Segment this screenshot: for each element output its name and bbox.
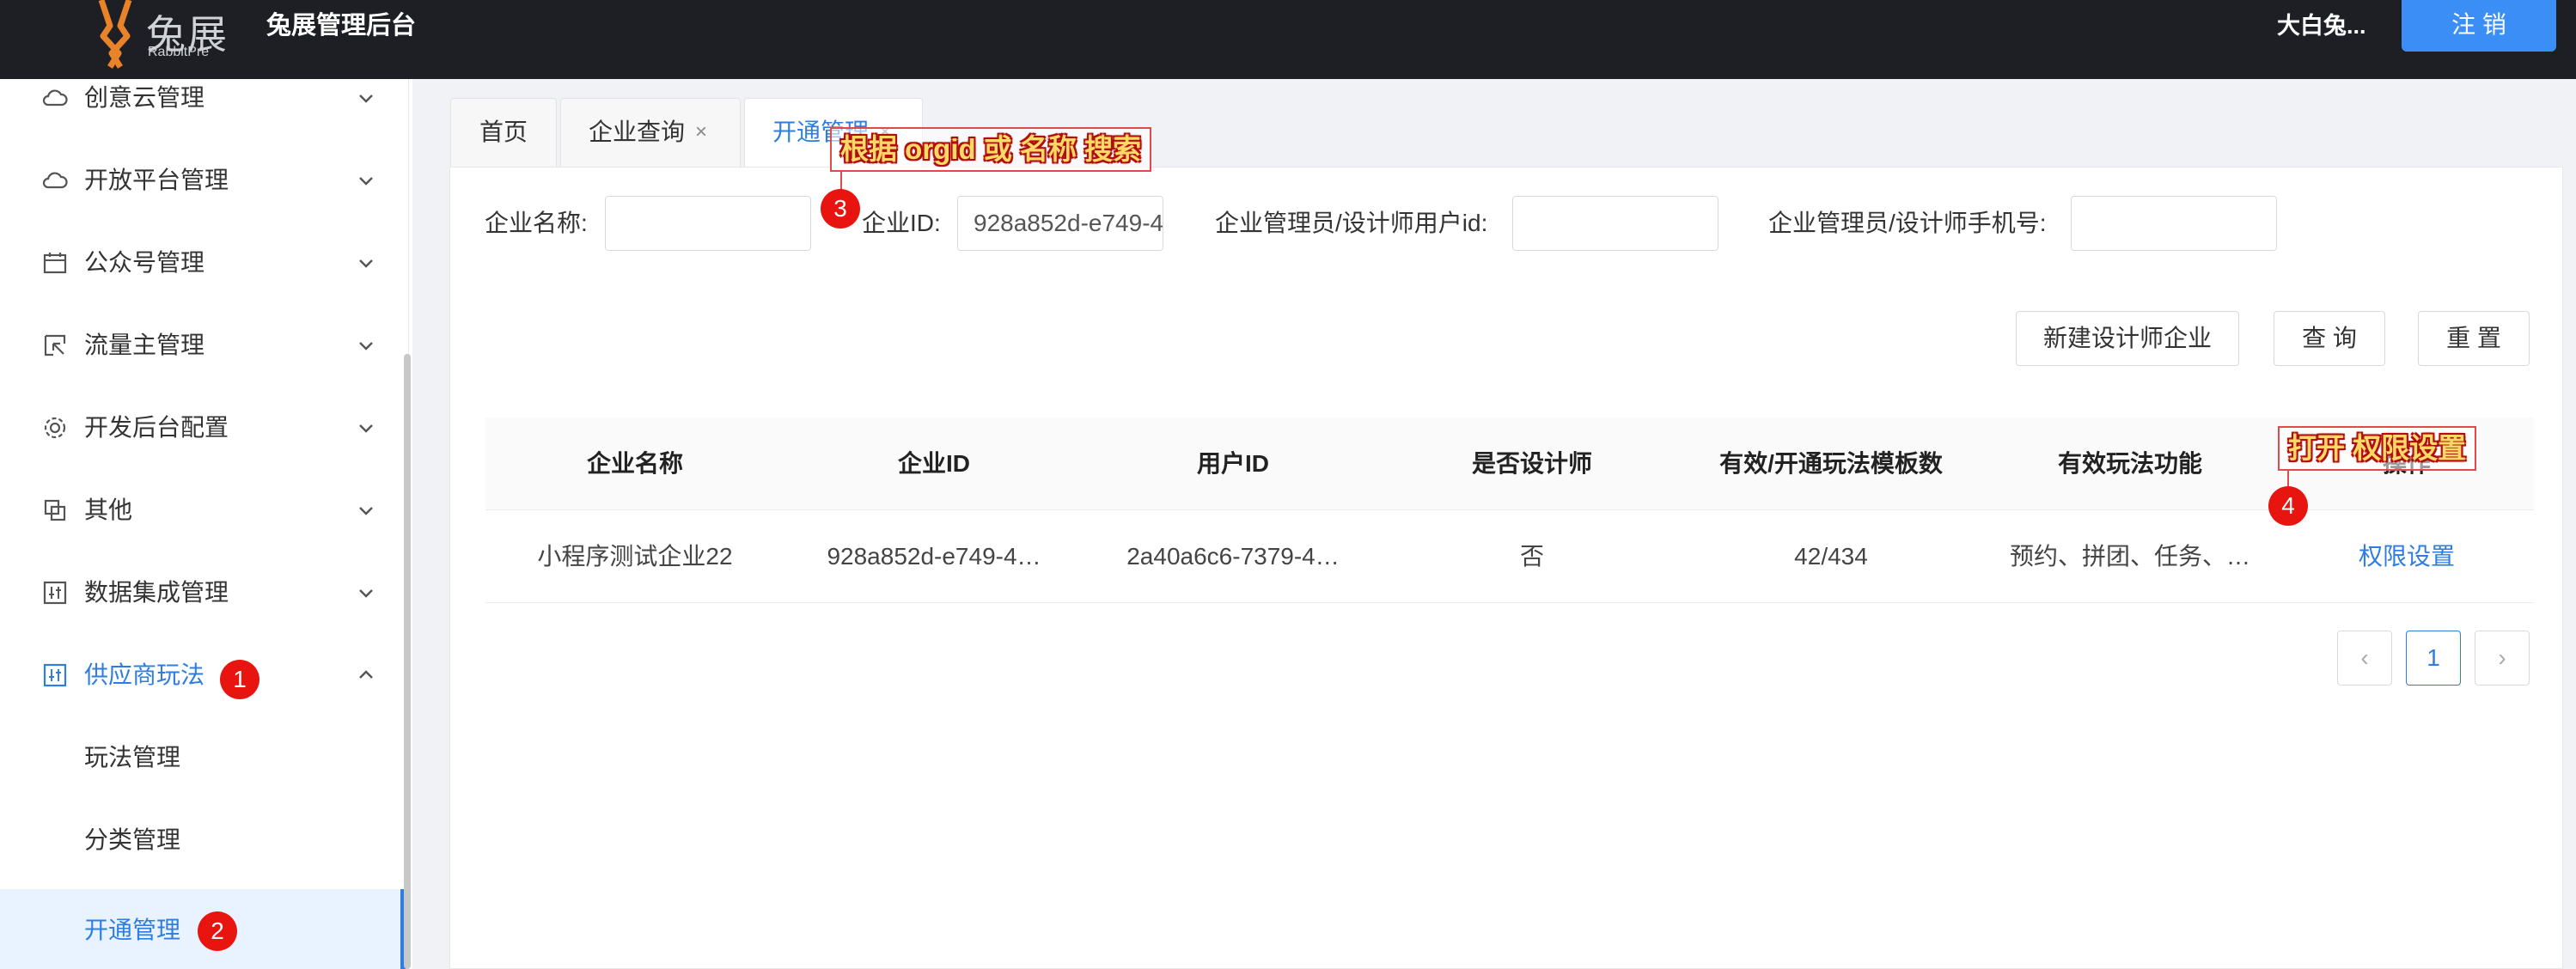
company-id-input[interactable]: 928a852d-e749-4 bbox=[957, 196, 1163, 251]
sliders-icon bbox=[43, 663, 67, 687]
sidebar-item-creative-cloud[interactable]: 创意云管理 bbox=[0, 57, 404, 139]
main-content: 首页 企业查询 × 开通管理 × 企业名称: 企业ID: 928a852d-e7… bbox=[412, 79, 2576, 969]
tab-label: 首页 bbox=[479, 119, 528, 145]
copy-icon bbox=[44, 499, 66, 521]
admin-phone-label: 企业管理员/设计师手机号: bbox=[1768, 210, 2047, 236]
column-header: 企业名称 bbox=[586, 450, 683, 477]
column-header: 有效/开通玩法模板数 bbox=[1719, 450, 1943, 477]
sidebar-item-label: 公众号管理 bbox=[84, 249, 205, 276]
sidebar-subitem-label: 分类管理 bbox=[84, 826, 181, 853]
sidebar-item-supplier-play[interactable]: 供应商玩法 bbox=[0, 634, 404, 716]
sidebar-item-label: 开发后台配置 bbox=[84, 414, 229, 441]
company-name-label: 企业名称: bbox=[485, 210, 588, 236]
logout-button[interactable]: 注 销 bbox=[2402, 0, 2556, 52]
column-header: 是否设计师 bbox=[1471, 450, 1592, 477]
chevron-down-icon bbox=[359, 94, 373, 103]
tab-company-query[interactable]: 企业查询 × bbox=[560, 98, 741, 167]
sidebar-item-open-platform[interactable]: 开放平台管理 bbox=[0, 139, 404, 222]
admin-phone-input[interactable] bbox=[2071, 196, 2277, 251]
table-row: 小程序测试企业22 928a852d-e749-4… 2a40a6c6-7379… bbox=[485, 510, 2534, 603]
cloud-icon bbox=[42, 172, 68, 189]
step-badge-4: 4 bbox=[2268, 486, 2308, 526]
sidebar-subitem-category-management[interactable]: 分类管理 bbox=[0, 799, 404, 881]
cell-company-name: 小程序测试企业22 bbox=[537, 543, 733, 570]
column-header: 企业ID bbox=[897, 450, 970, 477]
step-badge-2: 2 bbox=[198, 911, 237, 951]
calendar-icon bbox=[43, 253, 67, 274]
cell-company-id: 928a852d-e749-4… bbox=[827, 543, 1041, 570]
chevron-down-icon bbox=[359, 342, 373, 350]
column-header: 有效玩法功能 bbox=[2057, 450, 2202, 477]
app-title: 兔展管理后台 bbox=[266, 12, 417, 40]
page-1-button[interactable]: 1 bbox=[2406, 631, 2461, 686]
sidebar-item-label: 流量主管理 bbox=[84, 332, 205, 358]
admin-userid-label: 企业管理员/设计师用户id: bbox=[1215, 210, 1488, 236]
chevron-down-icon bbox=[359, 177, 373, 186]
cursor-icon bbox=[44, 334, 66, 357]
admin-userid-input[interactable] bbox=[1512, 196, 1718, 251]
new-designer-company-button[interactable]: 新建设计师企业 bbox=[2016, 311, 2239, 366]
sidebar-item-official-account[interactable]: 公众号管理 bbox=[0, 222, 404, 304]
user-name[interactable]: 大白兔... bbox=[2277, 9, 2366, 43]
sidebar-item-dev-config[interactable]: 开发后台配置 bbox=[0, 387, 404, 469]
annotation-callout-search: 根据 orgid 或 名称 搜索 bbox=[830, 127, 1152, 172]
gear-icon bbox=[44, 417, 66, 439]
cell-template-count: 42/434 bbox=[1794, 543, 1868, 570]
prev-page-button[interactable]: ‹ bbox=[2337, 631, 2392, 686]
cell-is-designer: 否 bbox=[1519, 543, 1544, 570]
chevron-down-icon bbox=[359, 589, 373, 598]
sidebar: 创意云管理 开放平台管理 公众号管理 流量主管理 开发后台配置 其他 数据集成管… bbox=[0, 79, 411, 969]
sidebar-item-label: 创意云管理 bbox=[84, 84, 205, 111]
chevron-down-icon bbox=[359, 259, 373, 268]
sidebar-subitem-label: 开通管理 bbox=[84, 917, 181, 943]
sidebar-item-other[interactable]: 其他 bbox=[0, 469, 404, 552]
reset-button[interactable]: 重 置 bbox=[2418, 311, 2530, 366]
company-id-label: 企业ID: bbox=[862, 210, 941, 236]
chevron-up-icon bbox=[359, 670, 373, 679]
sidebar-scrollbar[interactable] bbox=[404, 354, 411, 969]
sidebar-subitem-label: 玩法管理 bbox=[84, 744, 181, 771]
sliders-icon bbox=[43, 581, 67, 605]
chevron-down-icon bbox=[359, 507, 373, 515]
tab-home[interactable]: 首页 bbox=[450, 98, 557, 167]
column-header: 用户ID bbox=[1196, 450, 1269, 477]
table-header: 企业名称 企业ID 用户ID 是否设计师 有效/开通玩法模板数 有效玩法功能 操… bbox=[485, 417, 2534, 510]
query-button[interactable]: 查 询 bbox=[2274, 311, 2385, 366]
annotation-callout-permission: 打开 权限设置 bbox=[2278, 426, 2477, 471]
next-page-button[interactable]: › bbox=[2475, 631, 2530, 686]
company-name-input[interactable] bbox=[605, 196, 811, 251]
cell-user-id: 2a40a6c6-7379-4… bbox=[1126, 543, 1340, 570]
sidebar-item-label: 数据集成管理 bbox=[84, 579, 229, 606]
step-badge-3: 3 bbox=[821, 189, 860, 229]
sidebar-item-label: 供应商玩法 bbox=[84, 661, 205, 688]
sidebar-item-traffic[interactable]: 流量主管理 bbox=[0, 304, 404, 387]
close-icon[interactable]: × bbox=[695, 99, 707, 166]
sidebar-subitem-play-management[interactable]: 玩法管理 bbox=[0, 716, 404, 799]
tab-label: 企业查询 bbox=[589, 119, 686, 145]
sidebar-item-data-integration[interactable]: 数据集成管理 bbox=[0, 552, 404, 634]
cell-features: 预约、拼团、任务、… bbox=[2009, 543, 2250, 570]
permission-settings-link[interactable]: 权限设置 bbox=[2280, 510, 2534, 603]
chevron-down-icon bbox=[359, 424, 373, 433]
cloud-icon bbox=[42, 89, 68, 107]
sidebar-item-label: 其他 bbox=[84, 497, 133, 523]
sidebar-item-label: 开放平台管理 bbox=[84, 167, 229, 193]
step-badge-1: 1 bbox=[220, 660, 259, 699]
annotation-line bbox=[840, 172, 842, 191]
